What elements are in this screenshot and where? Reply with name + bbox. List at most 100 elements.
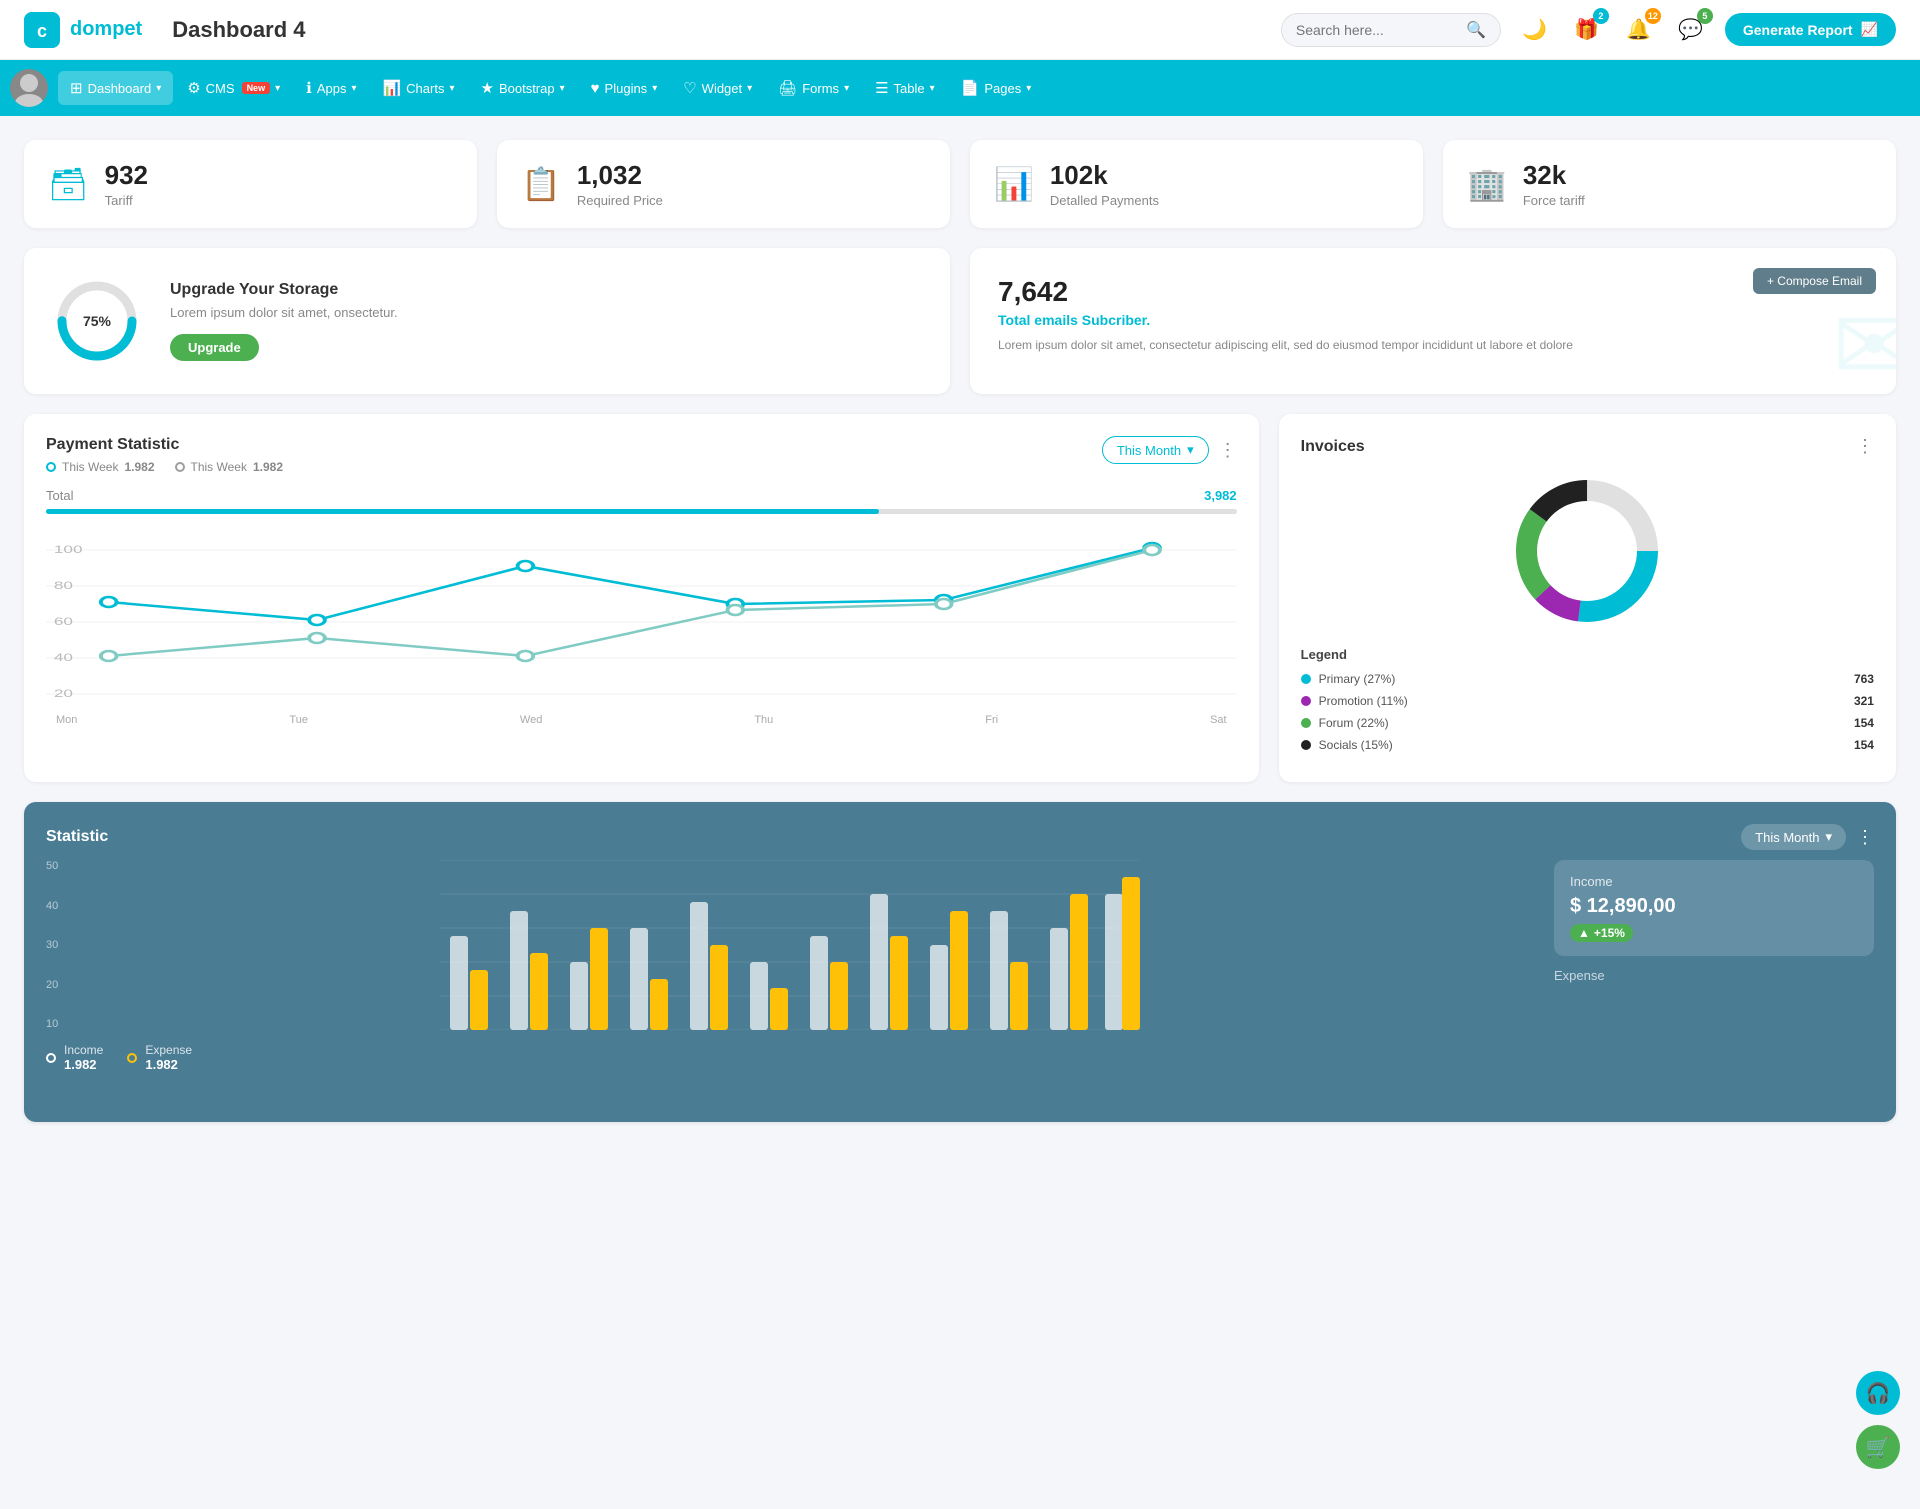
chevron-down-icon: ▾ — [560, 83, 565, 94]
stat-card-force-tariff: 🏢 32k Force tariff — [1443, 140, 1896, 228]
charts-icon: 📊 — [382, 79, 401, 97]
email-count: 7,642 — [998, 276, 1868, 308]
socials-dot — [1301, 740, 1311, 750]
forms-icon: 🖨 — [778, 79, 797, 97]
invoices-more-button[interactable]: ⋮ — [1856, 436, 1874, 457]
month-label: This Month — [1755, 830, 1819, 845]
statistic-month-button[interactable]: This Month ▾ — [1741, 824, 1846, 850]
progress-bar-fill — [46, 509, 879, 514]
chevron-down-icon: ▾ — [275, 83, 280, 94]
promotion-label: Promotion (11%) — [1319, 694, 1408, 708]
upgrade-text: Upgrade Your Storage Lorem ipsum dolor s… — [170, 281, 398, 361]
nav-label-pages: Pages — [984, 81, 1021, 96]
stat-info-required-price: 1,032 Required Price — [577, 160, 663, 208]
statistic-controls: This Month ▾ ⋮ — [1741, 824, 1874, 850]
bell-button[interactable]: 🔔 12 — [1621, 12, 1657, 48]
cart-fab-button[interactable]: 🛒 — [1856, 1425, 1900, 1469]
stat-info-payments: 102k Detalled Payments — [1050, 160, 1159, 208]
nav-label-cms: CMS — [206, 81, 235, 96]
promotion-dot — [1301, 696, 1311, 706]
nav-bar: ⊞ Dashboard ▾ ⚙ CMS New ▾ ℹ Apps ▾ 📊 Cha… — [0, 60, 1920, 116]
expense-box-label: Expense — [1554, 968, 1874, 983]
legend-week2: This Week 1.982 — [175, 460, 284, 474]
legend-week1: This Week 1.982 — [46, 460, 155, 474]
required-price-label: Required Price — [577, 193, 663, 208]
avatar — [10, 69, 48, 107]
chat-button[interactable]: 💬 5 — [1673, 12, 1709, 48]
svg-text:80: 80 — [54, 580, 73, 592]
headset-fab-button[interactable]: 🎧 — [1856, 1371, 1900, 1415]
month-select[interactable]: This Month ▾ — [1102, 436, 1209, 464]
legend-week1-label: This Week — [62, 460, 118, 474]
nav-item-table[interactable]: ☰ Table ▾ — [863, 71, 947, 105]
x-label-thu: Thu — [754, 714, 773, 726]
nav-item-apps[interactable]: ℹ Apps ▾ — [294, 71, 368, 105]
nav-label-widget: Widget — [702, 81, 742, 96]
invoices-legend: Primary (27%) 763 Promotion (11%) 321 Fo… — [1301, 672, 1874, 752]
nav-label-bootstrap: Bootstrap — [499, 81, 555, 96]
chevron-down-icon: ▾ — [1026, 83, 1031, 94]
statistic-header: Statistic This Month ▾ ⋮ — [46, 824, 1874, 850]
nav-item-bootstrap[interactable]: ★ Bootstrap ▾ — [469, 71, 577, 105]
income-change: ▲ +15% — [1570, 924, 1633, 942]
legend-dot-gray — [175, 462, 185, 472]
nav-item-dashboard[interactable]: ⊞ Dashboard ▾ — [58, 71, 173, 105]
stat-card-tariff: 🗃 932 Tariff — [24, 140, 477, 228]
forum-dot — [1301, 718, 1311, 728]
svg-text:100: 100 — [54, 544, 83, 556]
chevron-down-icon: ▾ — [844, 83, 849, 94]
statistic-title: Statistic — [46, 828, 108, 846]
statistic-more-button[interactable]: ⋮ — [1856, 827, 1874, 848]
legend-promotion: Promotion (11%) 321 — [1301, 694, 1874, 708]
upgrade-title: Upgrade Your Storage — [170, 281, 398, 299]
storage-donut: 75% — [52, 276, 142, 366]
top-header: c dompet Dashboard 4 🔍 🌙 🎁 2 🔔 12 💬 5 — [0, 0, 1920, 60]
expense-legend-label: Expense — [145, 1043, 192, 1057]
payment-title: Payment Statistic — [46, 436, 283, 454]
chevron-down-icon: ▾ — [652, 83, 657, 94]
nav-item-plugins[interactable]: ♥ Plugins ▾ — [579, 72, 670, 105]
payments-icon: 📊 — [994, 165, 1034, 203]
total-row: Total 3,982 — [46, 488, 1237, 503]
month-label: This Month — [1117, 443, 1181, 458]
generate-report-button[interactable]: Generate Report 📈 — [1725, 13, 1896, 46]
search-box[interactable]: 🔍 — [1281, 13, 1501, 47]
upgrade-button[interactable]: Upgrade — [170, 334, 259, 361]
search-input[interactable] — [1296, 22, 1466, 38]
x-label-sat: Sat — [1210, 714, 1227, 726]
gift-button[interactable]: 🎁 2 — [1569, 12, 1605, 48]
x-label-tue: Tue — [289, 714, 308, 726]
payments-label: Detalled Payments — [1050, 193, 1159, 208]
dark-mode-button[interactable]: 🌙 — [1517, 12, 1553, 48]
search-icon: 🔍 — [1466, 20, 1486, 40]
fab-container: 🎧 🛒 — [1856, 1371, 1900, 1469]
invoices-donut — [1301, 471, 1874, 631]
logo-name: dompet — [70, 18, 142, 41]
nav-item-cms[interactable]: ⚙ CMS New ▾ — [175, 71, 292, 105]
payments-value: 102k — [1050, 160, 1159, 191]
nav-label-charts: Charts — [406, 81, 444, 96]
payment-header-left: Payment Statistic This Week 1.982 This W… — [46, 436, 283, 474]
search-area: 🔍 🌙 🎁 2 🔔 12 💬 5 Generate Report 📈 — [1281, 12, 1896, 48]
nav-item-forms[interactable]: 🖨 Forms ▾ — [766, 71, 861, 105]
upgrade-card: 75% Upgrade Your Storage Lorem ipsum dol… — [24, 248, 950, 394]
svg-text:c: c — [37, 21, 47, 41]
required-price-icon: 📋 — [521, 165, 561, 203]
chevron-down-icon: ▾ — [747, 83, 752, 94]
legend-dot-teal — [46, 462, 56, 472]
payment-more-button[interactable]: ⋮ — [1219, 440, 1237, 461]
promotion-value: 321 — [1854, 694, 1874, 708]
bar-chart-area: 10 20 30 40 50 — [46, 860, 1534, 1072]
nav-item-pages[interactable]: 📄 Pages ▾ — [949, 71, 1044, 105]
nav-item-widget[interactable]: ♡ Widget ▾ — [671, 71, 764, 105]
x-label-mon: Mon — [56, 714, 77, 726]
nav-item-charts[interactable]: 📊 Charts ▾ — [370, 71, 466, 105]
page-title: Dashboard 4 — [172, 17, 305, 43]
income-box-label: Income — [1570, 874, 1858, 889]
plugins-icon: ♥ — [591, 80, 600, 97]
payment-controls: This Month ▾ ⋮ — [1102, 436, 1237, 464]
invoices-title: Invoices — [1301, 438, 1365, 456]
second-row: 75% Upgrade Your Storage Lorem ipsum dol… — [24, 248, 1896, 394]
forum-value: 154 — [1854, 716, 1874, 730]
force-tariff-icon: 🏢 — [1467, 165, 1507, 203]
